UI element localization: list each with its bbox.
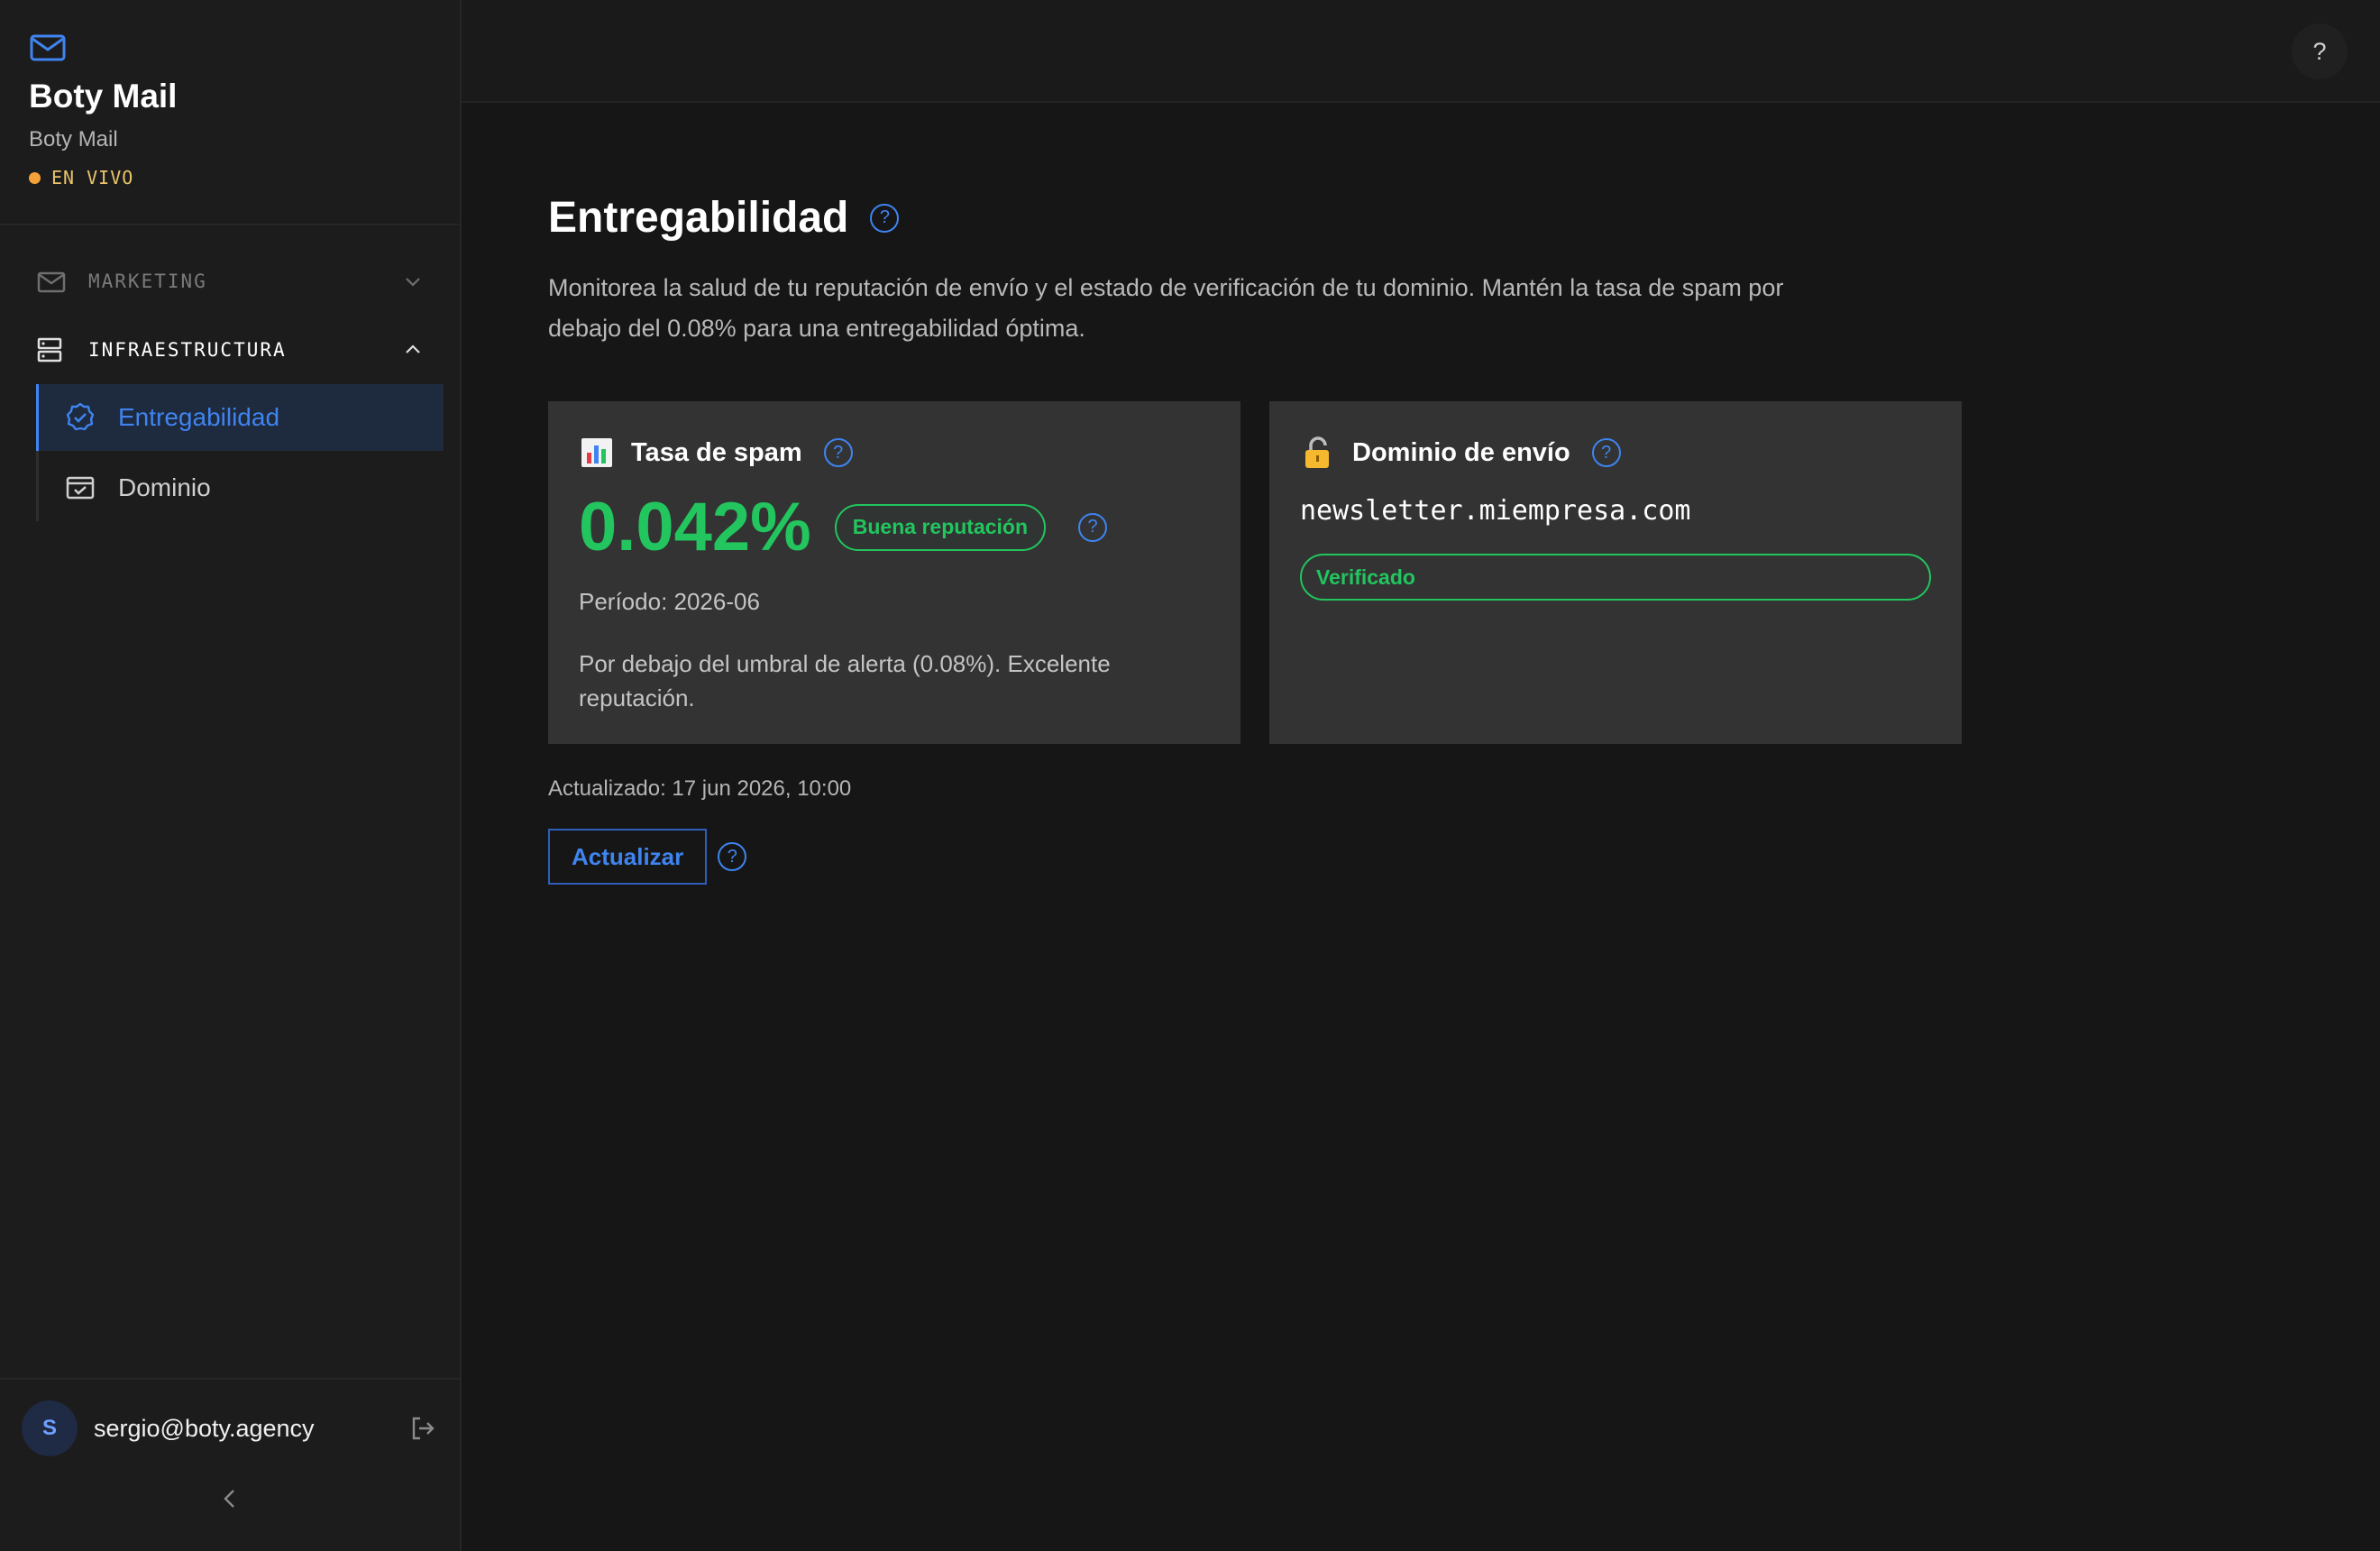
page-content: Entregabilidad ? Monitorea la salud de t… bbox=[462, 103, 2380, 885]
sidebar-subnav: Entregabilidad Dominio bbox=[36, 384, 460, 521]
main-content: ? Entregabilidad ? Monitorea la salud de… bbox=[462, 0, 2380, 1551]
sidebar-section-label: MARKETING bbox=[88, 271, 207, 292]
sidebar-section-infraestructura[interactable]: INFRAESTRUCTURA bbox=[0, 316, 460, 384]
refresh-help-icon[interactable]: ? bbox=[718, 842, 747, 871]
cards-row: Tasa de spam ? 0.042% Buena reputación ?… bbox=[548, 401, 2380, 744]
user-email: sergio@boty.agency bbox=[94, 1414, 315, 1442]
title-row: Entregabilidad ? bbox=[548, 193, 2380, 243]
mail-icon bbox=[30, 34, 66, 61]
card-title: Tasa de spam bbox=[631, 437, 802, 467]
brand-block: Boty Mail Boty Mail EN VIVO bbox=[0, 0, 460, 225]
live-dot-icon bbox=[29, 171, 41, 184]
page-description: Monitorea la salud de tu reputación de e… bbox=[548, 274, 1784, 342]
live-status-label: EN VIVO bbox=[51, 167, 134, 188]
actions-row: Actualizar ? bbox=[548, 829, 2380, 885]
sidebar-item-label: Dominio bbox=[118, 473, 211, 501]
chevron-down-icon bbox=[406, 278, 420, 287]
topbar: ? bbox=[462, 0, 2380, 103]
sidebar-item-label: Entregabilidad bbox=[118, 403, 280, 431]
live-status: EN VIVO bbox=[29, 167, 431, 188]
reputation-badge: Buena reputación bbox=[834, 503, 1047, 551]
server-icon bbox=[36, 336, 69, 363]
refresh-button[interactable]: Actualizar bbox=[548, 829, 708, 885]
card-title: Dominio de envío bbox=[1352, 437, 1570, 467]
sidebar-item-entregabilidad[interactable]: Entregabilidad bbox=[36, 384, 444, 451]
reputation-help-icon[interactable]: ? bbox=[1078, 512, 1108, 542]
sidebar: Boty Mail Boty Mail EN VIVO MARKETING IN… bbox=[0, 0, 462, 1551]
spam-period: Período: 2026-06 bbox=[579, 588, 760, 615]
card-header: Dominio de envío ? bbox=[1300, 436, 1931, 470]
browser-check-icon bbox=[64, 472, 96, 504]
domain-help-icon[interactable]: ? bbox=[1591, 438, 1621, 467]
spam-rate-card: Tasa de spam ? 0.042% Buena reputación ?… bbox=[548, 401, 1240, 744]
brand-subtitle: Boty Mail bbox=[29, 127, 118, 151]
card-header: Tasa de spam ? bbox=[579, 436, 1210, 470]
page-title: Entregabilidad bbox=[548, 194, 849, 242]
title-help-icon[interactable]: ? bbox=[870, 203, 900, 233]
brand-name: Boty Mail bbox=[29, 78, 178, 115]
sending-domain-value: newsletter.miempresa.com bbox=[1300, 495, 1691, 527]
rate-row: 0.042% Buena reputación ? bbox=[579, 488, 1210, 566]
sidebar-section-label: INFRAESTRUCTURA bbox=[88, 339, 287, 361]
logout-icon[interactable] bbox=[407, 1413, 438, 1444]
app-root: Boty Mail Boty Mail EN VIVO MARKETING IN… bbox=[0, 0, 2380, 1551]
collapse-sidebar-icon[interactable] bbox=[215, 1483, 245, 1514]
avatar[interactable]: S bbox=[22, 1400, 78, 1456]
spam-help-icon[interactable]: ? bbox=[823, 438, 853, 467]
updated-timestamp: Actualizado: 17 jun 2026, 10:00 bbox=[548, 776, 852, 801]
user-panel: S sergio@boty.agency bbox=[0, 1378, 460, 1477]
chevron-up-icon bbox=[406, 344, 420, 353]
spam-rate-value: 0.042% bbox=[579, 489, 811, 565]
badge-check-icon bbox=[64, 401, 96, 434]
sidebar-item-dominio[interactable]: Dominio bbox=[39, 454, 444, 521]
bar-chart-icon bbox=[579, 436, 615, 470]
mail-open-icon bbox=[36, 268, 69, 295]
sending-domain-card: Dominio de envío ? newsletter.miempresa.… bbox=[1269, 401, 1962, 744]
lock-icon bbox=[1300, 436, 1336, 470]
sidebar-nav: MARKETING INFRAESTRUCTURA Entregabilidad… bbox=[0, 225, 460, 525]
spam-note: Por debajo del umbral de alerta (0.08%).… bbox=[579, 650, 1111, 711]
verified-badge: Verificado bbox=[1300, 554, 1931, 601]
help-button[interactable]: ? bbox=[2292, 23, 2348, 79]
sidebar-section-marketing[interactable]: MARKETING bbox=[0, 247, 460, 316]
